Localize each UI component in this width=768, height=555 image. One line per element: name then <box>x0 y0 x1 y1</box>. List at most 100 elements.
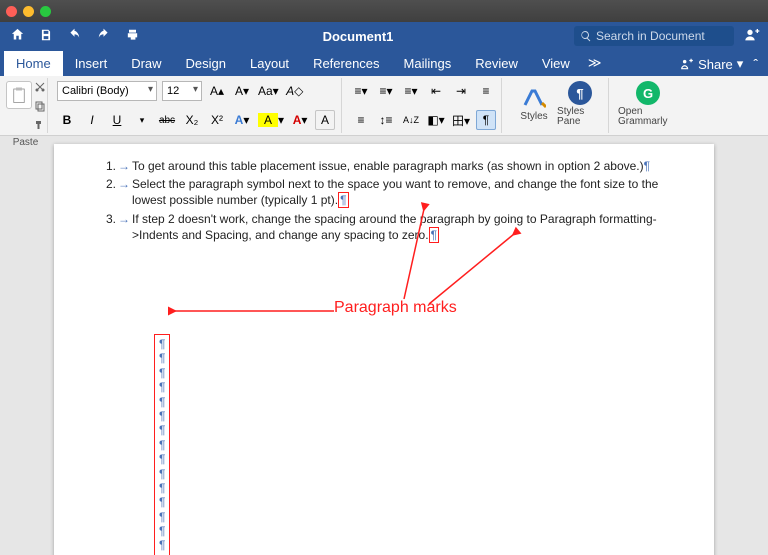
paragraph-mark: ¶ <box>159 351 165 365</box>
undo-icon[interactable] <box>67 28 82 45</box>
italic-button[interactable]: I <box>82 110 102 130</box>
grammarly-button[interactable]: G Open Grammarly <box>618 81 678 127</box>
tab-references[interactable]: References <box>301 51 391 76</box>
styles-icon <box>522 87 546 109</box>
cut-icon[interactable] <box>34 81 46 96</box>
paragraph-mark: ¶ <box>159 438 165 452</box>
tab-overflow[interactable]: ≫ <box>582 50 608 76</box>
tab-arrow-icon: → <box>118 158 132 174</box>
home-icon[interactable] <box>10 27 25 45</box>
decrease-indent-button[interactable]: ⇤ <box>426 81 446 101</box>
underline-button[interactable]: U <box>107 110 127 130</box>
align-center-button[interactable]: ≡ <box>351 110 371 130</box>
decrease-font-button[interactable]: A▾ <box>232 81 252 101</box>
subscript-button[interactable]: X₂ <box>182 110 202 130</box>
paragraph-mark: ¶ <box>338 192 348 208</box>
paragraph-mark: ¶ <box>159 452 165 466</box>
paste-icon[interactable] <box>6 81 32 109</box>
annotation-arrow-up2 <box>424 229 524 309</box>
paragraph-mark: ¶ <box>644 159 650 173</box>
paragraph-mark: ¶ <box>159 538 165 552</box>
show-paragraph-marks-button[interactable]: ¶ <box>476 110 496 130</box>
page[interactable]: 1. → To get around this table placement … <box>54 144 714 555</box>
document-title: Document1 <box>150 29 566 44</box>
align-left-button[interactable]: ≡ <box>476 81 496 101</box>
paragraph-mark: ¶ <box>159 337 165 351</box>
grammarly-icon: G <box>636 81 660 105</box>
paragraph-mark: ¶ <box>159 524 165 538</box>
search-icon <box>580 30 592 42</box>
tab-arrow-icon: → <box>118 211 132 243</box>
line-spacing-button[interactable]: ↕≡ <box>376 110 396 130</box>
paragraph-mark: ¶ <box>159 510 165 524</box>
list-item: 3. → If step 2 doesn't work, change the … <box>94 211 674 243</box>
tab-home[interactable]: Home <box>4 51 63 76</box>
ribbon: Paste Calibri (Body) 12 A▴ A▾ Aa▾ A◇ B I… <box>0 76 768 136</box>
numbering-button[interactable]: ≡▾ <box>376 81 396 101</box>
save-icon[interactable] <box>39 28 53 45</box>
search-box[interactable]: Search in Document <box>574 26 734 46</box>
font-name-select[interactable]: Calibri (Body) <box>57 81 157 101</box>
superscript-button[interactable]: X² <box>207 110 227 130</box>
paragraph-mark: ¶ <box>159 481 165 495</box>
increase-font-button[interactable]: A▴ <box>207 81 227 101</box>
multilevel-button[interactable]: ≡▾ <box>401 81 421 101</box>
print-icon[interactable] <box>125 28 140 45</box>
traffic-lights <box>6 6 51 17</box>
styles-pane-icon: ¶ <box>568 81 592 105</box>
ribbon-tabs: Home Insert Draw Design Layout Reference… <box>0 50 768 76</box>
document-area: 1. → To get around this table placement … <box>0 136 768 555</box>
bullets-button[interactable]: ≡▾ <box>351 81 371 101</box>
mac-titlebar <box>0 0 768 22</box>
paragraph-group: ≡▾ ≡▾ ≡▾ ⇤ ⇥ ≡ ≡ ↕≡ A↓Z ◧▾ 田▾ ¶ <box>346 78 502 133</box>
underline-dropdown[interactable]: ▾ <box>132 110 152 130</box>
paste-label: Paste <box>13 137 39 148</box>
quick-access-toolbar: Document1 Search in Document <box>0 22 768 50</box>
tab-design[interactable]: Design <box>174 51 238 76</box>
grammarly-group: G Open Grammarly <box>613 78 683 133</box>
sort-button[interactable]: A↓Z <box>401 110 421 130</box>
tab-mailings[interactable]: Mailings <box>392 51 464 76</box>
clear-formatting-button[interactable]: A◇ <box>285 81 305 101</box>
account-icon[interactable] <box>744 27 760 46</box>
redo-icon[interactable] <box>96 28 111 45</box>
highlight-button[interactable]: A▾ <box>257 110 285 130</box>
numbered-list: 1. → To get around this table placement … <box>94 158 674 243</box>
tab-draw[interactable]: Draw <box>119 51 173 76</box>
tab-layout[interactable]: Layout <box>238 51 301 76</box>
styles-button[interactable]: Styles <box>511 81 557 127</box>
bold-button[interactable]: B <box>57 110 77 130</box>
paragraph-mark: ¶ <box>159 495 165 509</box>
collapse-ribbon-icon[interactable]: ˆ <box>753 56 758 72</box>
close-window[interactable] <box>6 6 17 17</box>
font-size-select[interactable]: 12 <box>162 81 202 101</box>
tab-view[interactable]: View <box>530 51 582 76</box>
paragraph-marks-column: ¶¶¶¶¶¶¶¶¶¶¶¶¶¶¶¶¶ <box>154 334 170 555</box>
copy-icon[interactable] <box>34 100 46 115</box>
minimize-window[interactable] <box>23 6 34 17</box>
paragraph-mark: ¶ <box>159 467 165 481</box>
font-group: Calibri (Body) 12 A▴ A▾ Aa▾ A◇ B I U ▾ a… <box>52 78 342 133</box>
share-button[interactable]: Share ▾ <box>680 56 743 72</box>
clipboard-group: Paste <box>4 78 48 133</box>
styles-pane-button[interactable]: ¶ Styles Pane <box>557 81 603 127</box>
paragraph-mark: ¶ <box>159 366 165 380</box>
borders-button[interactable]: 田▾ <box>451 110 471 130</box>
format-painter-icon[interactable] <box>34 119 46 134</box>
tab-review[interactable]: Review <box>463 51 530 76</box>
tab-arrow-icon: → <box>118 176 132 208</box>
tab-insert[interactable]: Insert <box>63 51 120 76</box>
font-color-button[interactable]: A▾ <box>290 110 310 130</box>
strikethrough-button[interactable]: abc <box>157 110 177 130</box>
share-icon <box>680 57 694 71</box>
shading-button[interactable]: ◧▾ <box>426 110 446 130</box>
annotation-arrow-left <box>169 304 339 318</box>
list-item: 1. → To get around this table placement … <box>94 158 674 174</box>
paragraph-mark: ¶ <box>159 395 165 409</box>
maximize-window[interactable] <box>40 6 51 17</box>
change-case-button[interactable]: Aa▾ <box>257 81 280 101</box>
text-effects-button[interactable]: A▾ <box>232 110 252 130</box>
increase-indent-button[interactable]: ⇥ <box>451 81 471 101</box>
char-border-button[interactable]: A <box>315 110 335 130</box>
paragraph-mark: ¶ <box>159 409 165 423</box>
